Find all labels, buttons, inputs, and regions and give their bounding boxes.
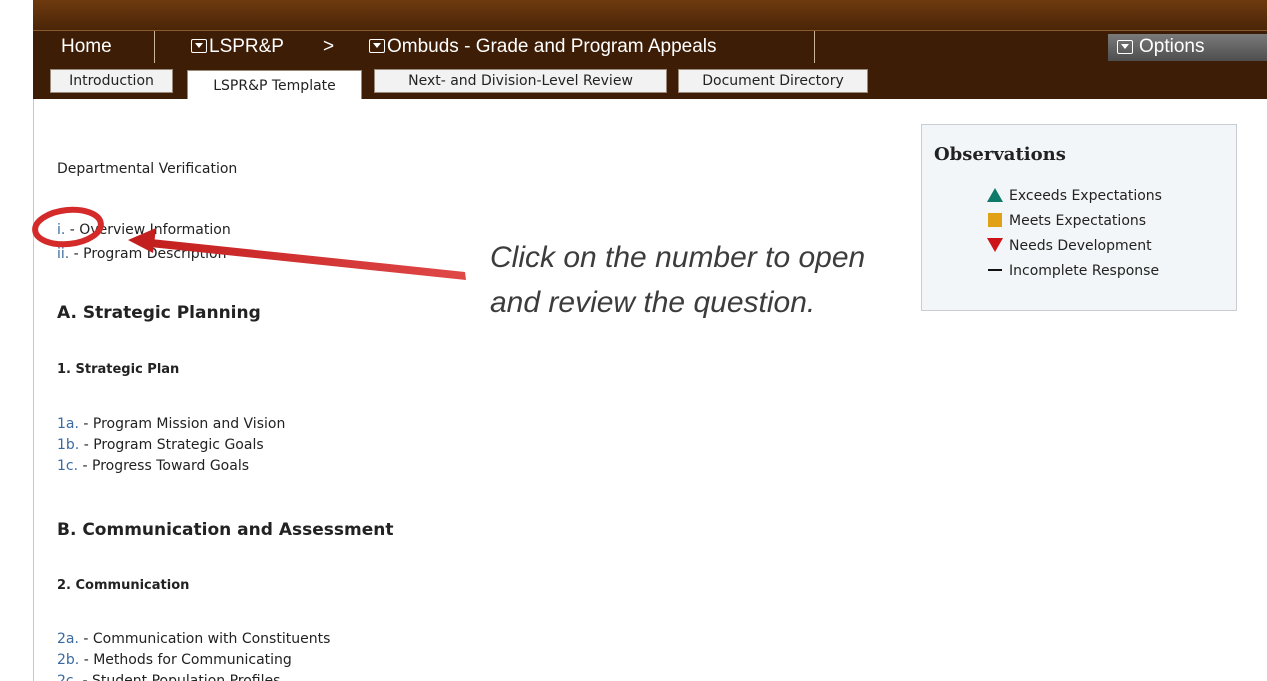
content-left-border (33, 99, 34, 681)
item-number-link[interactable]: 1b. (57, 437, 79, 453)
annotation-overlay (32, 206, 466, 280)
legend-item: Needs Development (987, 236, 1152, 256)
subsection-heading: 1. Strategic Plan (57, 362, 180, 377)
tab-lsprp-template[interactable]: LSPR&P Template (187, 70, 362, 99)
section-heading: A. Strategic Planning (57, 303, 261, 323)
nav-lsprp-label: LSPR&P (209, 36, 284, 57)
item-number-link[interactable]: 2b. (57, 652, 79, 668)
list-item: 1a. - Program Mission and Vision (57, 416, 285, 432)
breadcrumb-separator: > (323, 31, 334, 64)
legend-item: Exceeds Expectations (987, 186, 1162, 206)
item-number-link[interactable]: 2c. (57, 673, 78, 681)
dash-icon (987, 263, 1003, 277)
nav-ombuds[interactable]: Ombuds - Grade and Program Appeals (369, 31, 717, 64)
item-number-link[interactable]: 1a. (57, 416, 79, 432)
square-icon (987, 213, 1003, 227)
dropdown-icon (191, 39, 207, 53)
item-label: - Program Mission and Vision (78, 416, 286, 432)
nav-home[interactable]: Home (61, 31, 112, 64)
item-label: - Methods for Communicating (79, 652, 292, 668)
tab-label: Document Directory (702, 73, 844, 89)
item-label: - Communication with Constituents (78, 631, 331, 647)
list-item: i. - Overview Information (57, 222, 231, 238)
subsection-heading: 2. Communication (57, 578, 190, 593)
dropdown-icon (369, 39, 385, 53)
tab-document-directory[interactable]: Document Directory (678, 69, 868, 93)
item-label: - Program Strategic Goals (79, 437, 264, 453)
legend-item: Meets Expectations (987, 211, 1146, 231)
list-item: 1c. - Progress Toward Goals (57, 458, 249, 474)
nav-ombuds-label: Ombuds - Grade and Program Appeals (387, 36, 717, 57)
list-item: 1b. - Program Strategic Goals (57, 437, 264, 453)
legend-item: Incomplete Response (987, 261, 1159, 281)
triangle-down-icon (987, 238, 1003, 252)
options-label: Options (1139, 36, 1205, 57)
item-label: - Student Population Profiles (78, 673, 281, 681)
observations-title: Observations (934, 144, 1066, 165)
observations-panel: Observations Exceeds Expectations Meets … (921, 124, 1237, 311)
list-item: 2b. - Methods for Communicating (57, 652, 292, 668)
item-label: - Progress Toward Goals (78, 458, 250, 474)
tab-next-division-review[interactable]: Next- and Division-Level Review (374, 69, 667, 93)
nav-divider (154, 31, 155, 64)
tab-bar: Introduction LSPR&P Template Next- and D… (33, 63, 1267, 99)
main-nav-bar: Home LSPR&P > Ombuds - Grade and Program… (33, 30, 1267, 64)
top-header-bar (33, 0, 1267, 30)
item-label: - Program Description (69, 246, 227, 262)
item-number-link[interactable]: 1c. (57, 458, 78, 474)
top-strip (0, 0, 1267, 30)
list-item: 2c. - Student Population Profiles (57, 673, 280, 681)
list-item: ii. - Program Description (57, 246, 226, 262)
nav-lsprp[interactable]: LSPR&P (191, 31, 284, 64)
dropdown-icon (1117, 40, 1133, 54)
nav-home-label: Home (61, 36, 112, 57)
triangle-up-icon (987, 188, 1003, 202)
section-heading: B. Communication and Assessment (57, 520, 394, 540)
tab-label: Introduction (69, 73, 154, 89)
departmental-verification-link[interactable]: Departmental Verification (57, 161, 237, 177)
item-number-link[interactable]: ii. (57, 246, 69, 262)
instruction-callout: Click on the number to open and review t… (490, 241, 866, 319)
legend-label: Incomplete Response (1009, 263, 1160, 279)
tab-label: Next- and Division-Level Review (408, 73, 633, 89)
tab-label: LSPR&P Template (213, 78, 336, 94)
nav-divider (814, 31, 815, 64)
item-number-link[interactable]: 2a. (57, 631, 79, 647)
legend-label: Needs Development (1009, 238, 1152, 254)
item-label: - Overview Information (65, 222, 231, 238)
legend-label: Meets Expectations (1009, 213, 1147, 229)
list-item: 2a. - Communication with Constituents (57, 631, 330, 647)
breadcrumb-separator-glyph: > (323, 36, 335, 57)
legend-label: Exceeds Expectations (1009, 188, 1162, 204)
options-button[interactable]: Options (1108, 34, 1267, 61)
tab-introduction[interactable]: Introduction (50, 69, 173, 93)
